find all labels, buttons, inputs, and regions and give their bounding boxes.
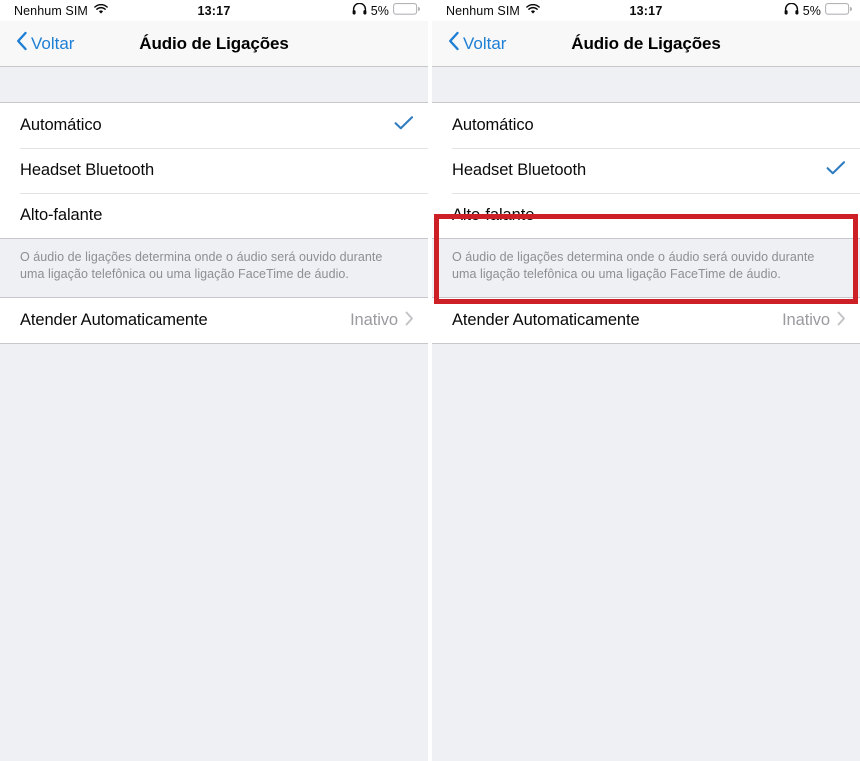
carrier-label: Nenhum SIM	[14, 3, 88, 18]
settings-content: Automático Headset Bluetooth Alto-falant…	[432, 67, 860, 760]
chevron-right-icon	[837, 311, 846, 331]
option-row-alto-falante[interactable]: Alto-falante	[0, 193, 428, 238]
option-row-alto-falante[interactable]: Alto-falante	[432, 193, 860, 238]
auto-answer-group: Atender Automaticamente Inativo	[432, 297, 860, 344]
option-row-accessory	[394, 115, 414, 136]
battery-percent-label: 5%	[802, 3, 821, 18]
phone-screen-left: Nenhum SIM 13:17 5% Voltar Áudio de Liga…	[0, 0, 428, 761]
row-accessory: Inativo	[782, 311, 846, 331]
status-bar-right: 5%	[784, 2, 852, 18]
status-bar: Nenhum SIM 13:17 5%	[0, 0, 428, 21]
option-row-automatico[interactable]: Automático	[0, 103, 428, 148]
chevron-right-icon	[405, 311, 414, 331]
chevron-left-icon	[16, 31, 28, 56]
back-button[interactable]: Voltar	[442, 31, 506, 56]
option-label: Automático	[452, 116, 534, 134]
checkmark-icon	[394, 115, 414, 136]
battery-empty-icon	[825, 3, 852, 18]
row-label: Atender Automaticamente	[452, 311, 640, 329]
row-accessory: Inativo	[350, 311, 414, 331]
status-bar-right: 5%	[352, 2, 420, 18]
headphones-icon	[784, 2, 799, 18]
row-atender-automaticamente[interactable]: Atender Automaticamente Inativo	[0, 298, 428, 343]
option-label: Headset Bluetooth	[452, 161, 587, 179]
option-label: Alto-falante	[452, 206, 535, 224]
option-row-accessory	[826, 160, 846, 181]
group-footer-note: O áudio de ligações determina onde o áud…	[0, 239, 410, 297]
option-label: Headset Bluetooth	[20, 161, 155, 179]
status-bar-left: Nenhum SIM	[446, 3, 540, 18]
option-label: Automático	[20, 116, 102, 134]
back-button[interactable]: Voltar	[10, 31, 74, 56]
audio-output-options-group: Automático Headset Bluetooth Alto-falant…	[0, 102, 428, 239]
settings-content: Automático Headset Bluetooth Alto-falant…	[0, 67, 428, 760]
navigation-bar: Voltar Áudio de Ligações	[0, 21, 428, 67]
back-button-label: Voltar	[31, 33, 75, 53]
carrier-label: Nenhum SIM	[446, 3, 520, 18]
option-row-headset-bluetooth[interactable]: Headset Bluetooth	[432, 148, 860, 193]
back-button-label: Voltar	[463, 33, 507, 53]
row-value: Inativo	[350, 311, 398, 329]
auto-answer-group: Atender Automaticamente Inativo	[0, 297, 428, 344]
option-row-automatico[interactable]: Automático	[432, 103, 860, 148]
wifi-icon	[526, 3, 540, 18]
option-label: Alto-falante	[20, 206, 103, 224]
phone-screen-right: Nenhum SIM 13:17 5% Voltar Áudio de Liga…	[432, 0, 860, 761]
row-atender-automaticamente[interactable]: Atender Automaticamente Inativo	[432, 298, 860, 343]
option-row-headset-bluetooth[interactable]: Headset Bluetooth	[0, 148, 428, 193]
checkmark-icon	[826, 160, 846, 181]
wifi-icon	[94, 3, 108, 18]
battery-empty-icon	[393, 3, 420, 18]
navigation-bar: Voltar Áudio de Ligações	[432, 21, 860, 67]
group-footer-note: O áudio de ligações determina onde o áud…	[432, 239, 842, 297]
status-bar-left: Nenhum SIM	[14, 3, 108, 18]
row-label: Atender Automaticamente	[20, 311, 208, 329]
top-spacer	[432, 67, 860, 102]
top-spacer	[0, 67, 428, 102]
chevron-left-icon	[448, 31, 460, 56]
status-bar: Nenhum SIM 13:17 5%	[432, 0, 860, 21]
battery-percent-label: 5%	[370, 3, 389, 18]
row-value: Inativo	[782, 311, 830, 329]
audio-output-options-group: Automático Headset Bluetooth Alto-falant…	[432, 102, 860, 239]
dual-screenshot-container: Nenhum SIM 13:17 5% Voltar Áudio de Liga…	[0, 0, 860, 761]
headphones-icon	[352, 2, 367, 18]
